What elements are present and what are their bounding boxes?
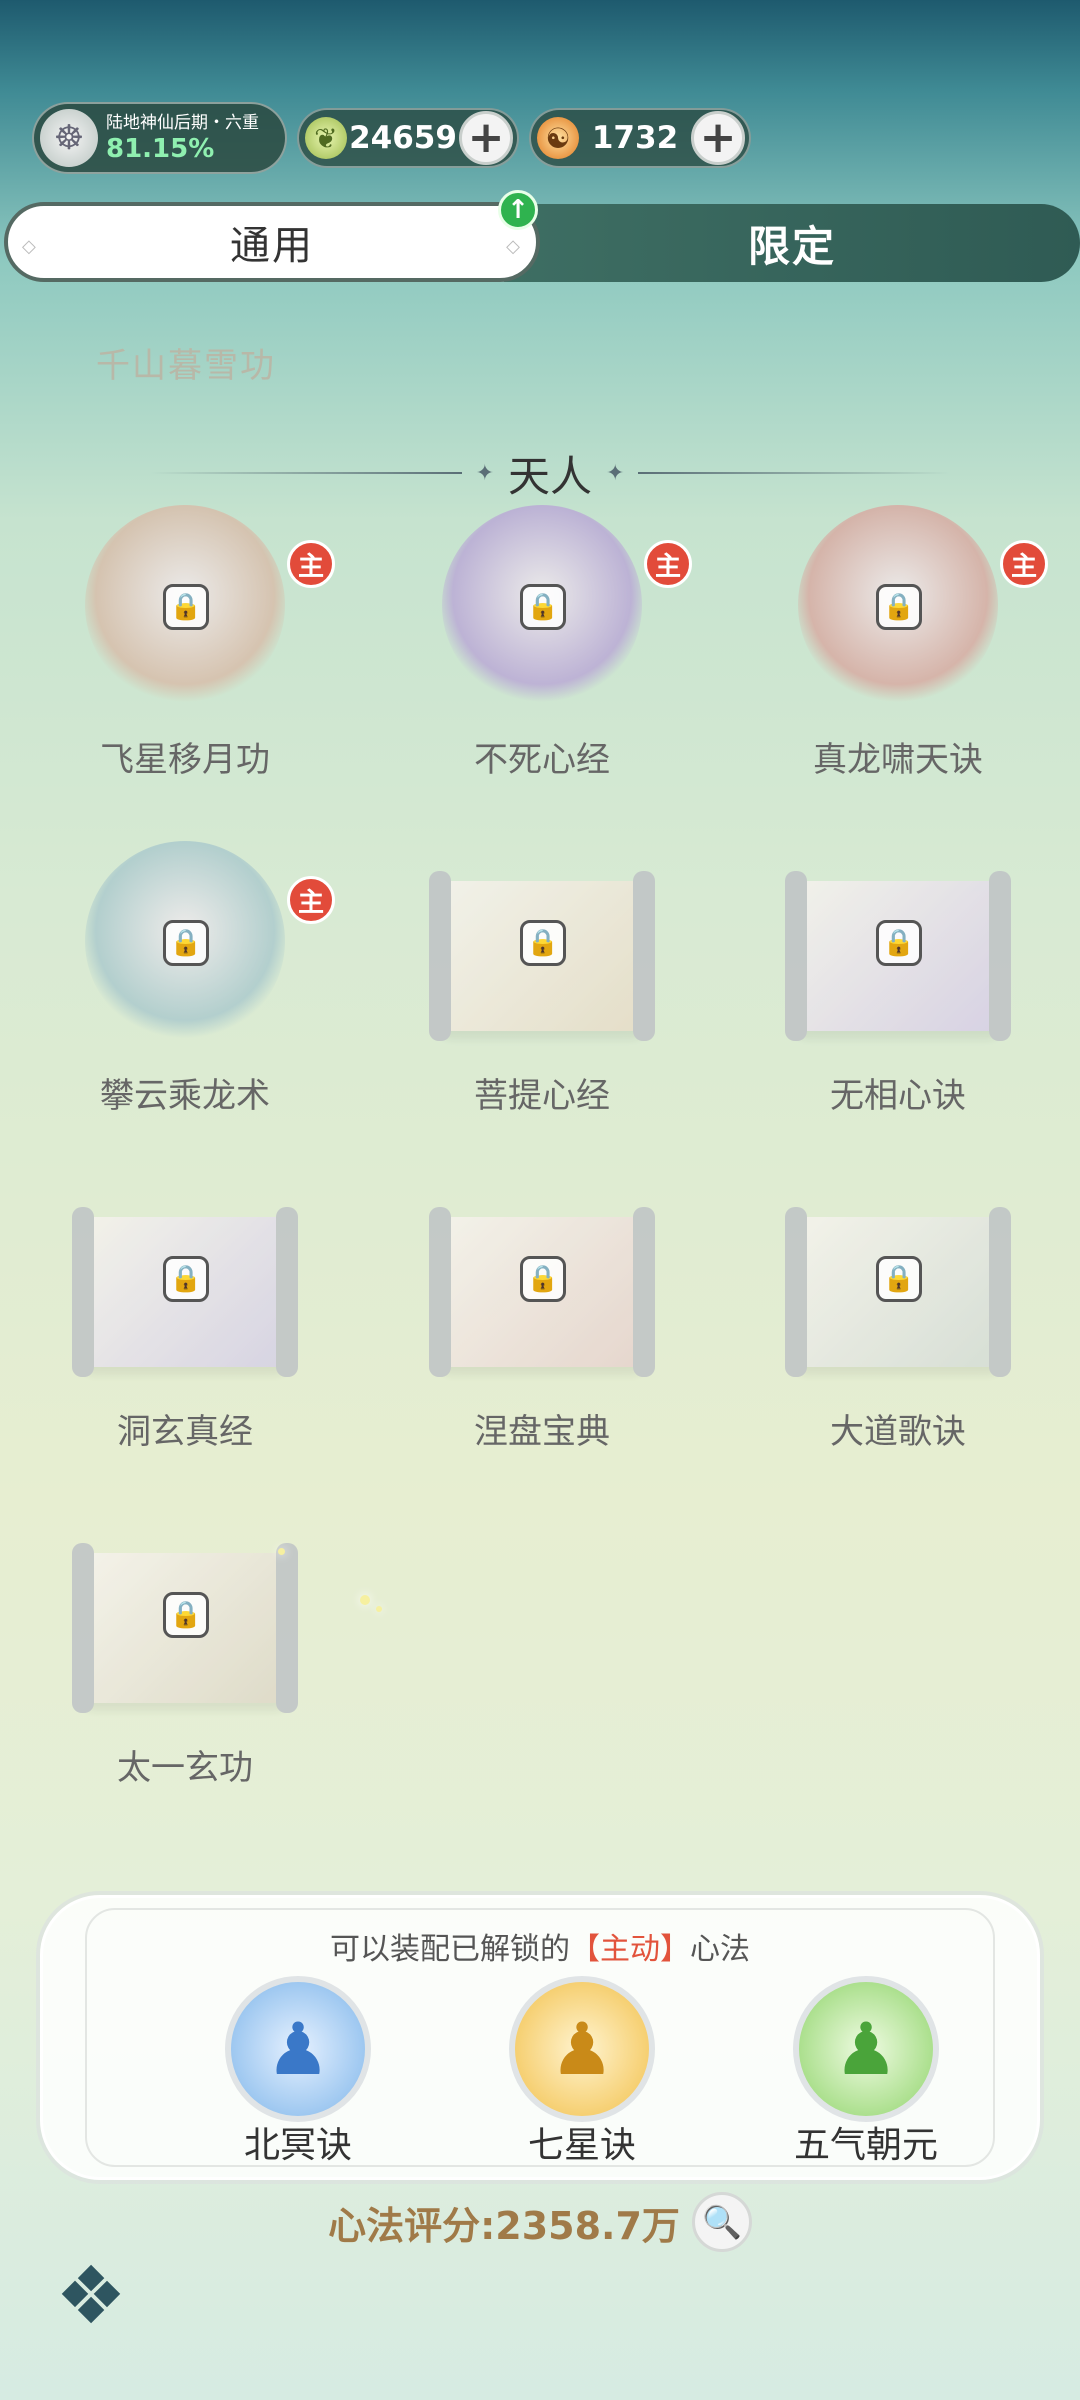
add-spirit-stone-button[interactable]: + <box>691 111 745 165</box>
sparkle-decoration <box>278 1548 285 1555</box>
skill-card[interactable]: 🔒 菩提心经 <box>412 836 672 1136</box>
skill-card[interactable]: 🔒 无相心诀 <box>768 836 1028 1136</box>
skill-card[interactable]: 🔒 大道歌诀 <box>768 1172 1028 1472</box>
score-row: 心法评分:2358.7万 🔍 <box>0 2192 1080 2252</box>
tab-bar: 限定 ◇ 通用 ◇ ↑ <box>4 190 1080 282</box>
previous-section-title: 千山暮雪功 <box>96 346 276 386</box>
top-bar: ☸ 陆地神仙后期・六重 81.15% ❦ 24659 + ☯ 1732 + <box>32 102 751 174</box>
upgrade-arrow-icon: ↑ <box>498 190 538 230</box>
skill-card[interactable]: 🔒 主攀云乘龙术 <box>55 836 335 1136</box>
main-technique-badge: 主 <box>287 876 335 924</box>
skill-card[interactable]: 🔒 太一玄功 <box>55 1508 315 1808</box>
diamond-icon: ✦ <box>606 460 625 486</box>
currency-value: 1732 <box>591 120 679 156</box>
active-technique-panel: 可以装配已解锁的【主动】心法 ♟ 北冥诀 ♟ 七星诀 ♟ 五气朝元 <box>40 1895 1040 2180</box>
realm-text: 陆地神仙后期・六重 81.15% <box>106 112 259 164</box>
diamond-icon: ✦ <box>475 460 494 486</box>
skill-name: 菩提心经 <box>474 1076 610 1116</box>
technique-score: 心法评分:2358.7万 <box>328 2203 680 2248</box>
skill-name: 飞星移月功 <box>100 740 270 780</box>
skill-name: 涅盘宝典 <box>474 1412 610 1452</box>
lock-icon: 🔒 <box>876 584 922 630</box>
equip-slot-name: 五气朝元 <box>793 2125 938 2166</box>
tab-decoration-left: ◇ <box>22 236 38 257</box>
equip-caption: 可以装配已解锁的【主动】心法 <box>43 1924 1037 1968</box>
equip-slot-1[interactable]: ♟ 北冥诀 <box>183 1976 403 2176</box>
skill-card[interactable]: 🔒 涅盘宝典 <box>412 1172 672 1472</box>
blue-figure-icon: ♟ <box>225 1976 371 2122</box>
caption-text-end: 心法 <box>690 1932 750 1967</box>
lock-icon: 🔒 <box>163 584 209 630</box>
search-icon[interactable]: 🔍 <box>691 2192 752 2252</box>
realm-name: 陆地神仙后期・六重 <box>106 113 259 133</box>
skill-name: 真龙啸天诀 <box>813 740 983 780</box>
jade-icon: ❦ <box>305 117 347 159</box>
main-technique-badge: 主 <box>1000 540 1048 588</box>
skill-name: 洞玄真经 <box>117 1412 253 1452</box>
equip-slot-name: 七星诀 <box>527 2125 636 2166</box>
sparkle-decoration <box>376 1606 382 1612</box>
tab-decoration-right: ◇ <box>506 236 522 257</box>
sparkle-decoration <box>360 1595 370 1605</box>
realm-badge[interactable]: ☸ 陆地神仙后期・六重 81.15% <box>32 102 287 174</box>
lock-icon: 🔒 <box>163 920 209 966</box>
skill-card[interactable]: 🔒 主不死心经 <box>412 500 692 800</box>
currency-jade: ❦ 24659 + <box>297 108 519 168</box>
lock-icon: 🔒 <box>876 1256 922 1302</box>
skill-name: 无相心诀 <box>830 1076 966 1116</box>
player-avatar-icon: ☸ <box>40 109 98 167</box>
main-technique-badge: 主 <box>644 540 692 588</box>
skill-card[interactable]: 🔒 主真龙啸天诀 <box>768 500 1048 800</box>
lock-icon: 🔒 <box>520 920 566 966</box>
skill-name: 攀云乘龙术 <box>100 1076 270 1116</box>
skill-card[interactable]: 🔒 洞玄真经 <box>55 1172 315 1472</box>
section-title: 天人 <box>508 451 593 501</box>
tab-general-label: 通用 <box>230 223 314 269</box>
caption-text: 可以装配已解锁的 <box>330 1932 570 1967</box>
lock-icon: 🔒 <box>520 1256 566 1302</box>
lock-icon: 🔒 <box>163 1592 209 1638</box>
spirit-stone-icon: ☯ <box>537 117 579 159</box>
tab-general[interactable]: ◇ 通用 ◇ <box>4 202 540 282</box>
lock-icon: 🔒 <box>520 584 566 630</box>
divider-right <box>638 472 951 474</box>
skill-name: 大道歌诀 <box>830 1412 966 1452</box>
green-figure-icon: ♟ <box>793 1976 939 2122</box>
caption-highlight: 【主动】 <box>570 1932 690 1967</box>
lock-icon: 🔒 <box>876 920 922 966</box>
skill-card[interactable]: 🔒 主飞星移月功 <box>55 500 335 800</box>
skill-name: 不死心经 <box>474 740 610 780</box>
section-header: ✦ 天人 ✦ <box>150 448 951 501</box>
equip-slot-3[interactable]: ♟ 五气朝元 <box>751 1976 971 2176</box>
gold-figure-icon: ♟ <box>509 1976 655 2122</box>
tab-limited[interactable]: 限定 <box>504 204 1080 282</box>
skill-name: 太一玄功 <box>117 1748 253 1788</box>
lock-icon: 🔒 <box>163 1256 209 1302</box>
realm-progress: 81.15% <box>106 134 215 164</box>
currency-value: 24659 <box>349 120 457 156</box>
equip-slot-name: 北冥诀 <box>243 2125 352 2166</box>
add-jade-button[interactable]: + <box>459 111 513 165</box>
currency-spirit-stone: ☯ 1732 + <box>529 108 751 168</box>
menu-logo-icon[interactable]: ❖ <box>36 2249 146 2342</box>
main-technique-badge: 主 <box>287 540 335 588</box>
divider-left <box>150 472 462 474</box>
equip-slot-2[interactable]: ♟ 七星诀 <box>467 1976 687 2176</box>
